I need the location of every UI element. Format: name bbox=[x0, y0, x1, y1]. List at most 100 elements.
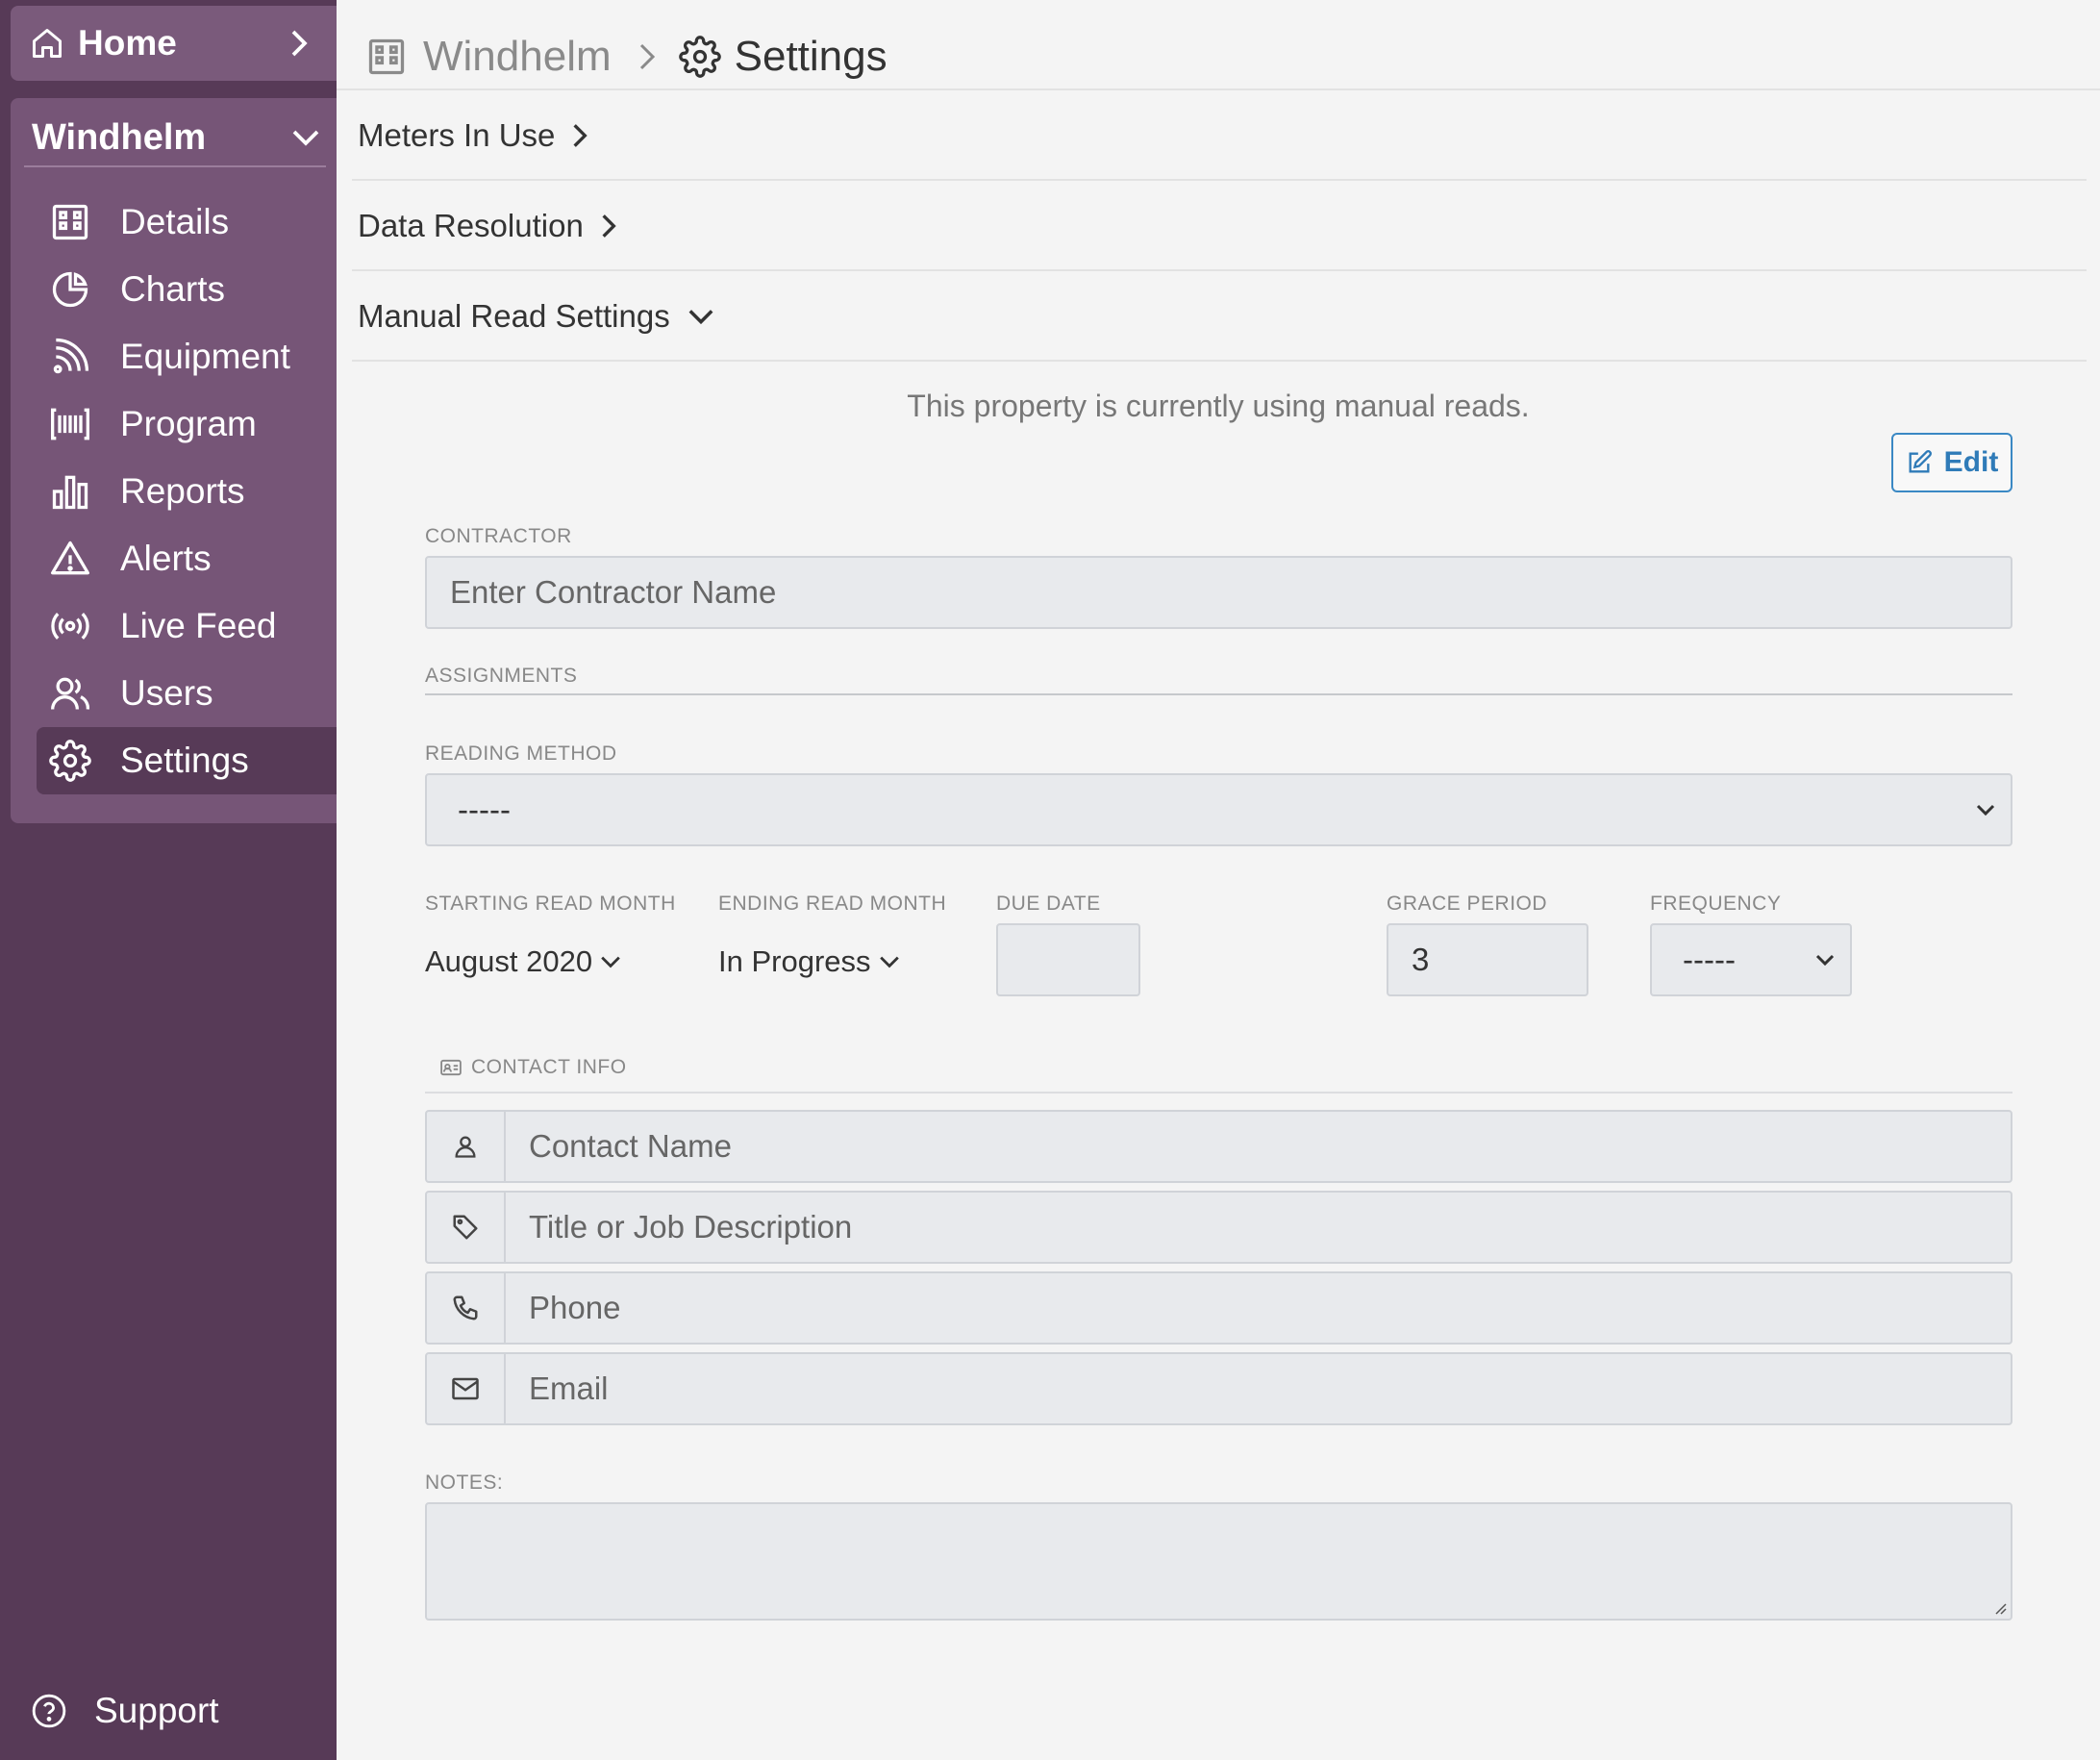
phone-addon bbox=[427, 1273, 506, 1343]
frequency-select[interactable]: ----- bbox=[1650, 923, 1852, 996]
chevron-down-icon bbox=[688, 310, 713, 325]
contact-name-addon bbox=[427, 1112, 506, 1181]
signal-icon bbox=[53, 338, 89, 374]
warning-icon bbox=[51, 541, 89, 575]
title-addon bbox=[427, 1193, 506, 1262]
chevron-down-icon bbox=[879, 956, 899, 968]
building-icon bbox=[52, 204, 88, 240]
phone-input[interactable]: Phone bbox=[506, 1273, 2011, 1343]
property-name: Windhelm bbox=[32, 116, 207, 158]
envelope-icon bbox=[452, 1377, 479, 1400]
email-field[interactable]: Email bbox=[425, 1352, 2012, 1425]
sidebar-item-equipment[interactable]: Equipment bbox=[11, 323, 337, 390]
resize-grip-icon[interactable] bbox=[1991, 1599, 2007, 1615]
sidebar-item-settings[interactable]: Settings bbox=[37, 727, 337, 794]
bar-chart-icon bbox=[52, 475, 88, 510]
edit-label: Edit bbox=[1943, 446, 1999, 478]
contact-name-input[interactable]: Contact Name bbox=[506, 1112, 2011, 1181]
sidebar-item-label: Users bbox=[120, 673, 213, 713]
support-link[interactable]: Support bbox=[31, 1691, 219, 1731]
edit-button[interactable]: Edit bbox=[1891, 433, 2012, 492]
sidebar-item-label: Equipment bbox=[120, 337, 290, 376]
grace-period-input[interactable]: 3 bbox=[1387, 923, 1588, 996]
gear-icon bbox=[678, 36, 721, 78]
support-label: Support bbox=[94, 1691, 219, 1730]
sidebar-item-charts[interactable]: Charts bbox=[11, 256, 337, 323]
contact-info-heading: CONTACT INFO bbox=[440, 1056, 627, 1079]
email-input[interactable]: Email bbox=[506, 1354, 2011, 1423]
chevron-right-icon bbox=[602, 214, 616, 238]
gear-icon bbox=[49, 740, 91, 782]
chevron-right-icon bbox=[573, 124, 588, 147]
accordion-meters-in-use[interactable]: Meters In Use bbox=[352, 92, 2087, 181]
ending-month-picker[interactable]: In Progress bbox=[718, 944, 900, 979]
sidebar-item-users[interactable]: Users bbox=[11, 660, 337, 727]
tag-icon bbox=[453, 1215, 478, 1240]
home-icon bbox=[33, 29, 62, 58]
property-panel: Windhelm Details Charts Equipment Progra… bbox=[11, 98, 337, 823]
sidebar-item-label: Charts bbox=[120, 269, 225, 309]
grace-period-value: 3 bbox=[1412, 942, 1430, 977]
building-icon bbox=[368, 38, 405, 75]
accordion-label: Data Resolution bbox=[358, 208, 584, 243]
accordion-label: Manual Read Settings bbox=[358, 298, 670, 334]
users-icon bbox=[51, 677, 89, 710]
chevron-right-icon bbox=[639, 43, 655, 70]
title-field[interactable]: Title or Job Description bbox=[425, 1191, 2012, 1264]
sidebar-item-live-feed[interactable]: Live Feed bbox=[11, 592, 337, 660]
breadcrumb-current: Settings bbox=[734, 33, 888, 80]
reading-method-value: ----- bbox=[458, 792, 511, 827]
accordion-label: Meters In Use bbox=[358, 117, 556, 153]
frequency-label: FREQUENCY bbox=[1650, 893, 1782, 915]
home-label: Home bbox=[78, 23, 177, 63]
sidebar-item-label: Details bbox=[120, 202, 230, 241]
property-switcher[interactable]: Windhelm bbox=[32, 108, 320, 167]
starting-month-picker[interactable]: August 2020 bbox=[425, 944, 621, 979]
frequency-value: ----- bbox=[1683, 942, 1736, 977]
divider bbox=[24, 165, 326, 167]
home-button[interactable]: Home bbox=[11, 6, 337, 81]
contact-info-label: CONTACT INFO bbox=[471, 1056, 627, 1078]
ending-month-value: In Progress bbox=[718, 944, 871, 978]
due-date-label: DUE DATE bbox=[996, 893, 1101, 915]
reading-method-label: READING METHOD bbox=[425, 742, 617, 765]
divider bbox=[425, 1092, 2012, 1094]
sidebar-item-reports[interactable]: Reports bbox=[11, 458, 337, 525]
edit-icon bbox=[1909, 450, 1932, 473]
breadcrumb-property[interactable]: Windhelm bbox=[423, 33, 612, 81]
broadcast-icon bbox=[51, 613, 89, 640]
sidebar-item-label: Alerts bbox=[120, 539, 212, 578]
top-bar: Windhelm Settings bbox=[337, 0, 2100, 90]
sidebar-item-label: Reports bbox=[120, 471, 245, 511]
chevron-down-icon bbox=[1976, 804, 1995, 817]
phone-field[interactable]: Phone bbox=[425, 1271, 2012, 1345]
accordion-data-resolution[interactable]: Data Resolution bbox=[352, 183, 2087, 271]
due-date-input[interactable] bbox=[996, 923, 1140, 996]
starting-month-value: August 2020 bbox=[425, 944, 593, 978]
email-addon bbox=[427, 1354, 506, 1423]
accordion-manual-read-settings[interactable]: Manual Read Settings bbox=[352, 273, 2087, 362]
contractor-label: CONTRACTOR bbox=[425, 525, 572, 547]
chevron-down-icon bbox=[1815, 954, 1835, 967]
assignments-label: ASSIGNMENTS bbox=[425, 665, 578, 687]
contractor-input[interactable]: Enter Contractor Name bbox=[425, 556, 2012, 629]
sidebar-item-alerts[interactable]: Alerts bbox=[11, 525, 337, 592]
main-content: Windhelm Settings Meters In Use Data Res… bbox=[337, 0, 2100, 1760]
title-input[interactable]: Title or Job Description bbox=[506, 1193, 2011, 1262]
sidebar-nav: Details Charts Equipment Program Reports… bbox=[11, 189, 337, 794]
contractor-placeholder: Enter Contractor Name bbox=[450, 574, 777, 610]
help-icon bbox=[32, 1694, 66, 1728]
grace-period-label: GRACE PERIOD bbox=[1387, 893, 1548, 915]
divider bbox=[425, 693, 2012, 695]
sidebar-item-label: Live Feed bbox=[120, 606, 277, 645]
sidebar-item-details[interactable]: Details bbox=[11, 189, 337, 256]
chevron-down-icon bbox=[601, 956, 620, 968]
breadcrumb: Windhelm Settings bbox=[365, 33, 888, 81]
notes-label: NOTES: bbox=[425, 1471, 504, 1494]
reading-method-select[interactable]: ----- bbox=[425, 773, 2012, 846]
contact-name-field[interactable]: Contact Name bbox=[425, 1110, 2012, 1183]
chevron-right-icon bbox=[291, 30, 308, 57]
phone-icon bbox=[453, 1295, 478, 1320]
sidebar-item-label: Settings bbox=[120, 741, 249, 780]
notes-textarea[interactable] bbox=[425, 1502, 2012, 1621]
